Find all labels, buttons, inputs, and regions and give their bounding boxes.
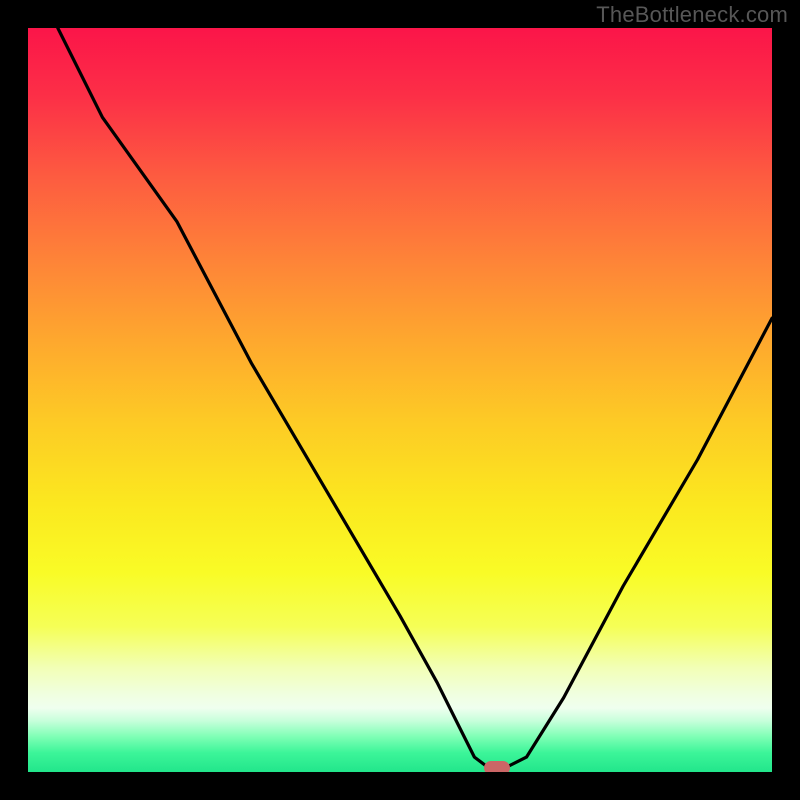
chart-plot-area	[28, 28, 772, 772]
watermark-text: TheBottleneck.com	[596, 2, 788, 28]
minimum-marker-icon	[484, 761, 510, 772]
bottleneck-curve	[28, 28, 772, 772]
